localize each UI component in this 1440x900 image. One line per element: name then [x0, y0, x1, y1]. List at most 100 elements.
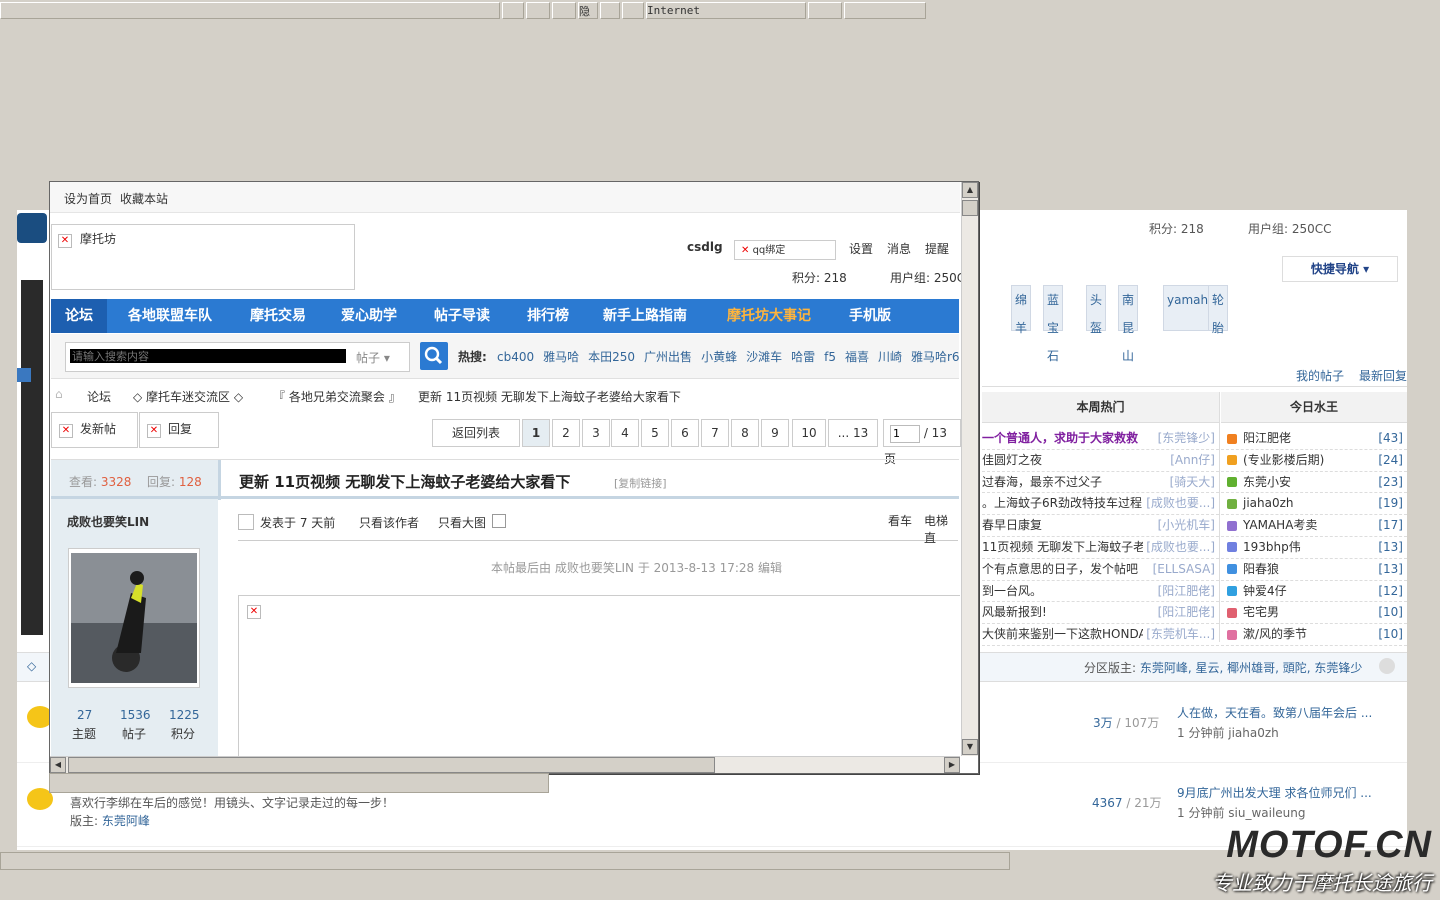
author-name[interactable]: 成败也要笑LIN [67, 513, 149, 530]
nav-item-guide[interactable]: 帖子导读 [434, 299, 490, 333]
hot-search-item[interactable]: 小黄蜂 [701, 350, 737, 364]
group-display[interactable]: 用户组: 250C [890, 269, 965, 286]
today-king-name[interactable]: 钟爱4仔 [1243, 584, 1287, 598]
weekly-hot-title[interactable]: 春早日康复 [982, 518, 1042, 532]
search-button[interactable] [420, 342, 448, 370]
weekly-hot-title[interactable]: 个有点意思的日子，发个帖吧 [982, 562, 1138, 576]
weekly-hot-title[interactable]: 一个普通人，求助于大家救救 [982, 431, 1138, 445]
author-posts[interactable]: 1536 [120, 708, 151, 722]
page-button[interactable]: 2 [552, 419, 580, 447]
big-image-checkbox[interactable] [492, 514, 506, 528]
search-type-select[interactable]: 帖子 ▾ [356, 349, 390, 366]
hot-chip[interactable]: 头盔 [1086, 285, 1107, 335]
nav-item-trade[interactable]: 摩托交易 [250, 299, 306, 333]
copy-link[interactable]: [复制链接] [614, 475, 667, 491]
scroll-h-thumb[interactable] [68, 757, 715, 773]
group-dropdown[interactable]: 用户组: 250CC [1248, 220, 1332, 237]
hot-chip[interactable]: 南昆山 [1118, 285, 1139, 363]
today-king-name[interactable]: YAMAHA考卖 [1243, 518, 1317, 532]
weekly-hot-title[interactable]: 。上海蚊子6R劲改特技车过程 [982, 496, 1142, 510]
vertical-scrollbar[interactable]: ▲ ▼ [961, 182, 978, 756]
weekly-hot-title[interactable]: 到一台风。 [982, 584, 1042, 598]
hot-chip[interactable]: 轮胎 [1208, 285, 1229, 335]
collapse-icon[interactable] [1379, 658, 1395, 674]
post-meta-right[interactable]: 电梯直 [924, 512, 958, 546]
today-king-name[interactable]: 漱/风的季节 [1243, 627, 1307, 641]
hot-search-item[interactable]: 川崎 [878, 350, 902, 364]
weekly-hot-row[interactable]: 11页视频 无聊发下上海蚊子老婆 [成败也要...] [982, 536, 1219, 559]
hot-search-item[interactable]: 广州出售 [644, 350, 692, 364]
nav-item-ranking[interactable]: 排行榜 [527, 299, 569, 333]
weekly-hot-row[interactable]: 到一台风。 [阳江肥佬] [982, 580, 1219, 603]
breadcrumb-item[interactable]: ◇ 摩托车迷交流区 ◇ [133, 388, 243, 405]
back-to-list-button[interactable]: 返回列表 [432, 419, 520, 447]
breadcrumb-item[interactable]: 论坛 [87, 388, 111, 405]
page-button[interactable]: ... 13 [828, 419, 878, 447]
hot-search-item[interactable]: cb400 [497, 350, 534, 364]
hot-search-item[interactable]: 沙滩车 [746, 350, 782, 364]
scroll-right-icon[interactable]: ▶ [944, 757, 960, 773]
nav-item-mobile[interactable]: 手机版 [849, 299, 891, 333]
weekly-hot-row[interactable]: 春早日康复 [小光机车] [982, 515, 1219, 537]
today-king-name[interactable]: jiaha0zh [1243, 496, 1294, 510]
today-king-row[interactable]: 阳春狼 [13] [1221, 559, 1407, 581]
weekly-hot-row[interactable]: 大侠前来鉴别一下这款HONDA [东莞机车...] [982, 624, 1219, 646]
only-author-link[interactable]: 只看该作者 [359, 514, 419, 531]
page-input[interactable] [890, 424, 920, 443]
page-button[interactable]: 6 [671, 419, 699, 447]
today-king-row[interactable]: 宅宅男 [10] [1221, 602, 1407, 625]
scroll-left-icon[interactable]: ◀ [50, 757, 66, 773]
hot-search-item[interactable]: 雅马哈r6 [911, 350, 960, 364]
post-meta-right[interactable]: 看车 [888, 512, 912, 529]
author-avatar[interactable] [68, 548, 200, 688]
weekly-hot-author[interactable]: [成败也要...] [1143, 493, 1215, 515]
today-king-row[interactable]: 东莞小安 [23] [1221, 472, 1407, 494]
weekly-hot-author[interactable]: [成败也要...] [1143, 536, 1215, 558]
weekly-hot-title[interactable]: 风最新报到! [982, 605, 1047, 619]
new-post-button[interactable]: ✕ 发新帖 [51, 412, 138, 448]
hot-search-item[interactable]: 福喜 [845, 350, 869, 364]
weekly-hot-title[interactable]: 佳圆灯之夜 [982, 453, 1042, 467]
set-home-link[interactable]: 设为首页 [64, 190, 112, 207]
today-king-row[interactable]: YAMAHA考卖 [17] [1221, 515, 1407, 537]
today-king-row[interactable]: (专业影楼后期) [24] [1221, 450, 1407, 472]
weekly-hot-author[interactable]: [东莞机车...] [1143, 624, 1215, 645]
last-post-title[interactable]: 人在做，天在看。致第八届年会后 ... [1177, 704, 1372, 721]
weekly-hot-row[interactable]: 。上海蚊子6R劲改特技车过程 [成败也要...] [982, 493, 1219, 516]
settings-link[interactable]: 设置 [849, 240, 873, 257]
today-king-name[interactable]: (专业影楼后期) [1243, 453, 1324, 467]
weekly-hot-author[interactable]: [Ann仔] [1167, 449, 1215, 471]
weekly-hot-author[interactable]: [小光机车] [1154, 515, 1215, 536]
last-post-title[interactable]: 9月底广州出发大理 求各位师兄们 ... [1177, 784, 1372, 801]
quick-nav-button[interactable]: 快捷导航 ▾ [1282, 256, 1398, 282]
reply-button[interactable]: ✕ 回复 [139, 412, 219, 448]
hot-chip[interactable]: 绵羊 [1011, 285, 1032, 335]
post-checkbox[interactable] [238, 514, 254, 530]
page-button[interactable]: 9 [761, 419, 789, 447]
weekly-hot-row[interactable]: 一个普通人，求助于大家救救 [东莞锋少] [982, 428, 1219, 450]
search-input[interactable] [70, 349, 346, 363]
messages-link[interactable]: 消息 [887, 240, 911, 257]
page-button[interactable]: 1 [522, 419, 550, 447]
hot-search-item[interactable]: 雅马哈 [543, 350, 579, 364]
weekly-hot-author[interactable]: [阳江肥佬] [1154, 580, 1215, 602]
weekly-hot-title[interactable]: 11页视频 无聊发下上海蚊子老婆 [982, 540, 1157, 554]
scroll-up-icon[interactable]: ▲ [962, 182, 978, 198]
today-king-row[interactable]: jiaha0zh [19] [1221, 493, 1407, 516]
today-king-row[interactable]: 漱/风的季节 [10] [1221, 624, 1407, 646]
page-button[interactable]: 8 [731, 419, 759, 447]
weekly-hot-row[interactable]: 风最新报到! [阳江肥佬] [982, 602, 1219, 625]
nav-item-events[interactable]: 摩托坊大事记 [727, 299, 811, 333]
page-button[interactable]: 3 [582, 419, 610, 447]
weekly-hot-author[interactable]: [阳江肥佬] [1154, 602, 1215, 624]
logo-placeholder[interactable]: ✕ 摩托坊 [51, 224, 355, 290]
remind-link[interactable]: 提醒 [925, 240, 949, 257]
nav-item-newbie[interactable]: 新手上路指南 [603, 299, 687, 333]
today-king-row[interactable]: 阳江肥佬 [43] [1221, 428, 1407, 450]
weekly-hot-author[interactable]: [骑天大] [1166, 471, 1215, 493]
hot-search-item[interactable]: 本田250 [588, 350, 635, 364]
weekly-hot-author[interactable]: [ELLSASA] [1149, 558, 1215, 580]
bookmark-link[interactable]: 收藏本站 [120, 190, 168, 207]
today-king-row[interactable]: 钟爱4仔 [12] [1221, 581, 1407, 603]
latest-reply-tab[interactable]: 最新回复 [1359, 367, 1407, 384]
